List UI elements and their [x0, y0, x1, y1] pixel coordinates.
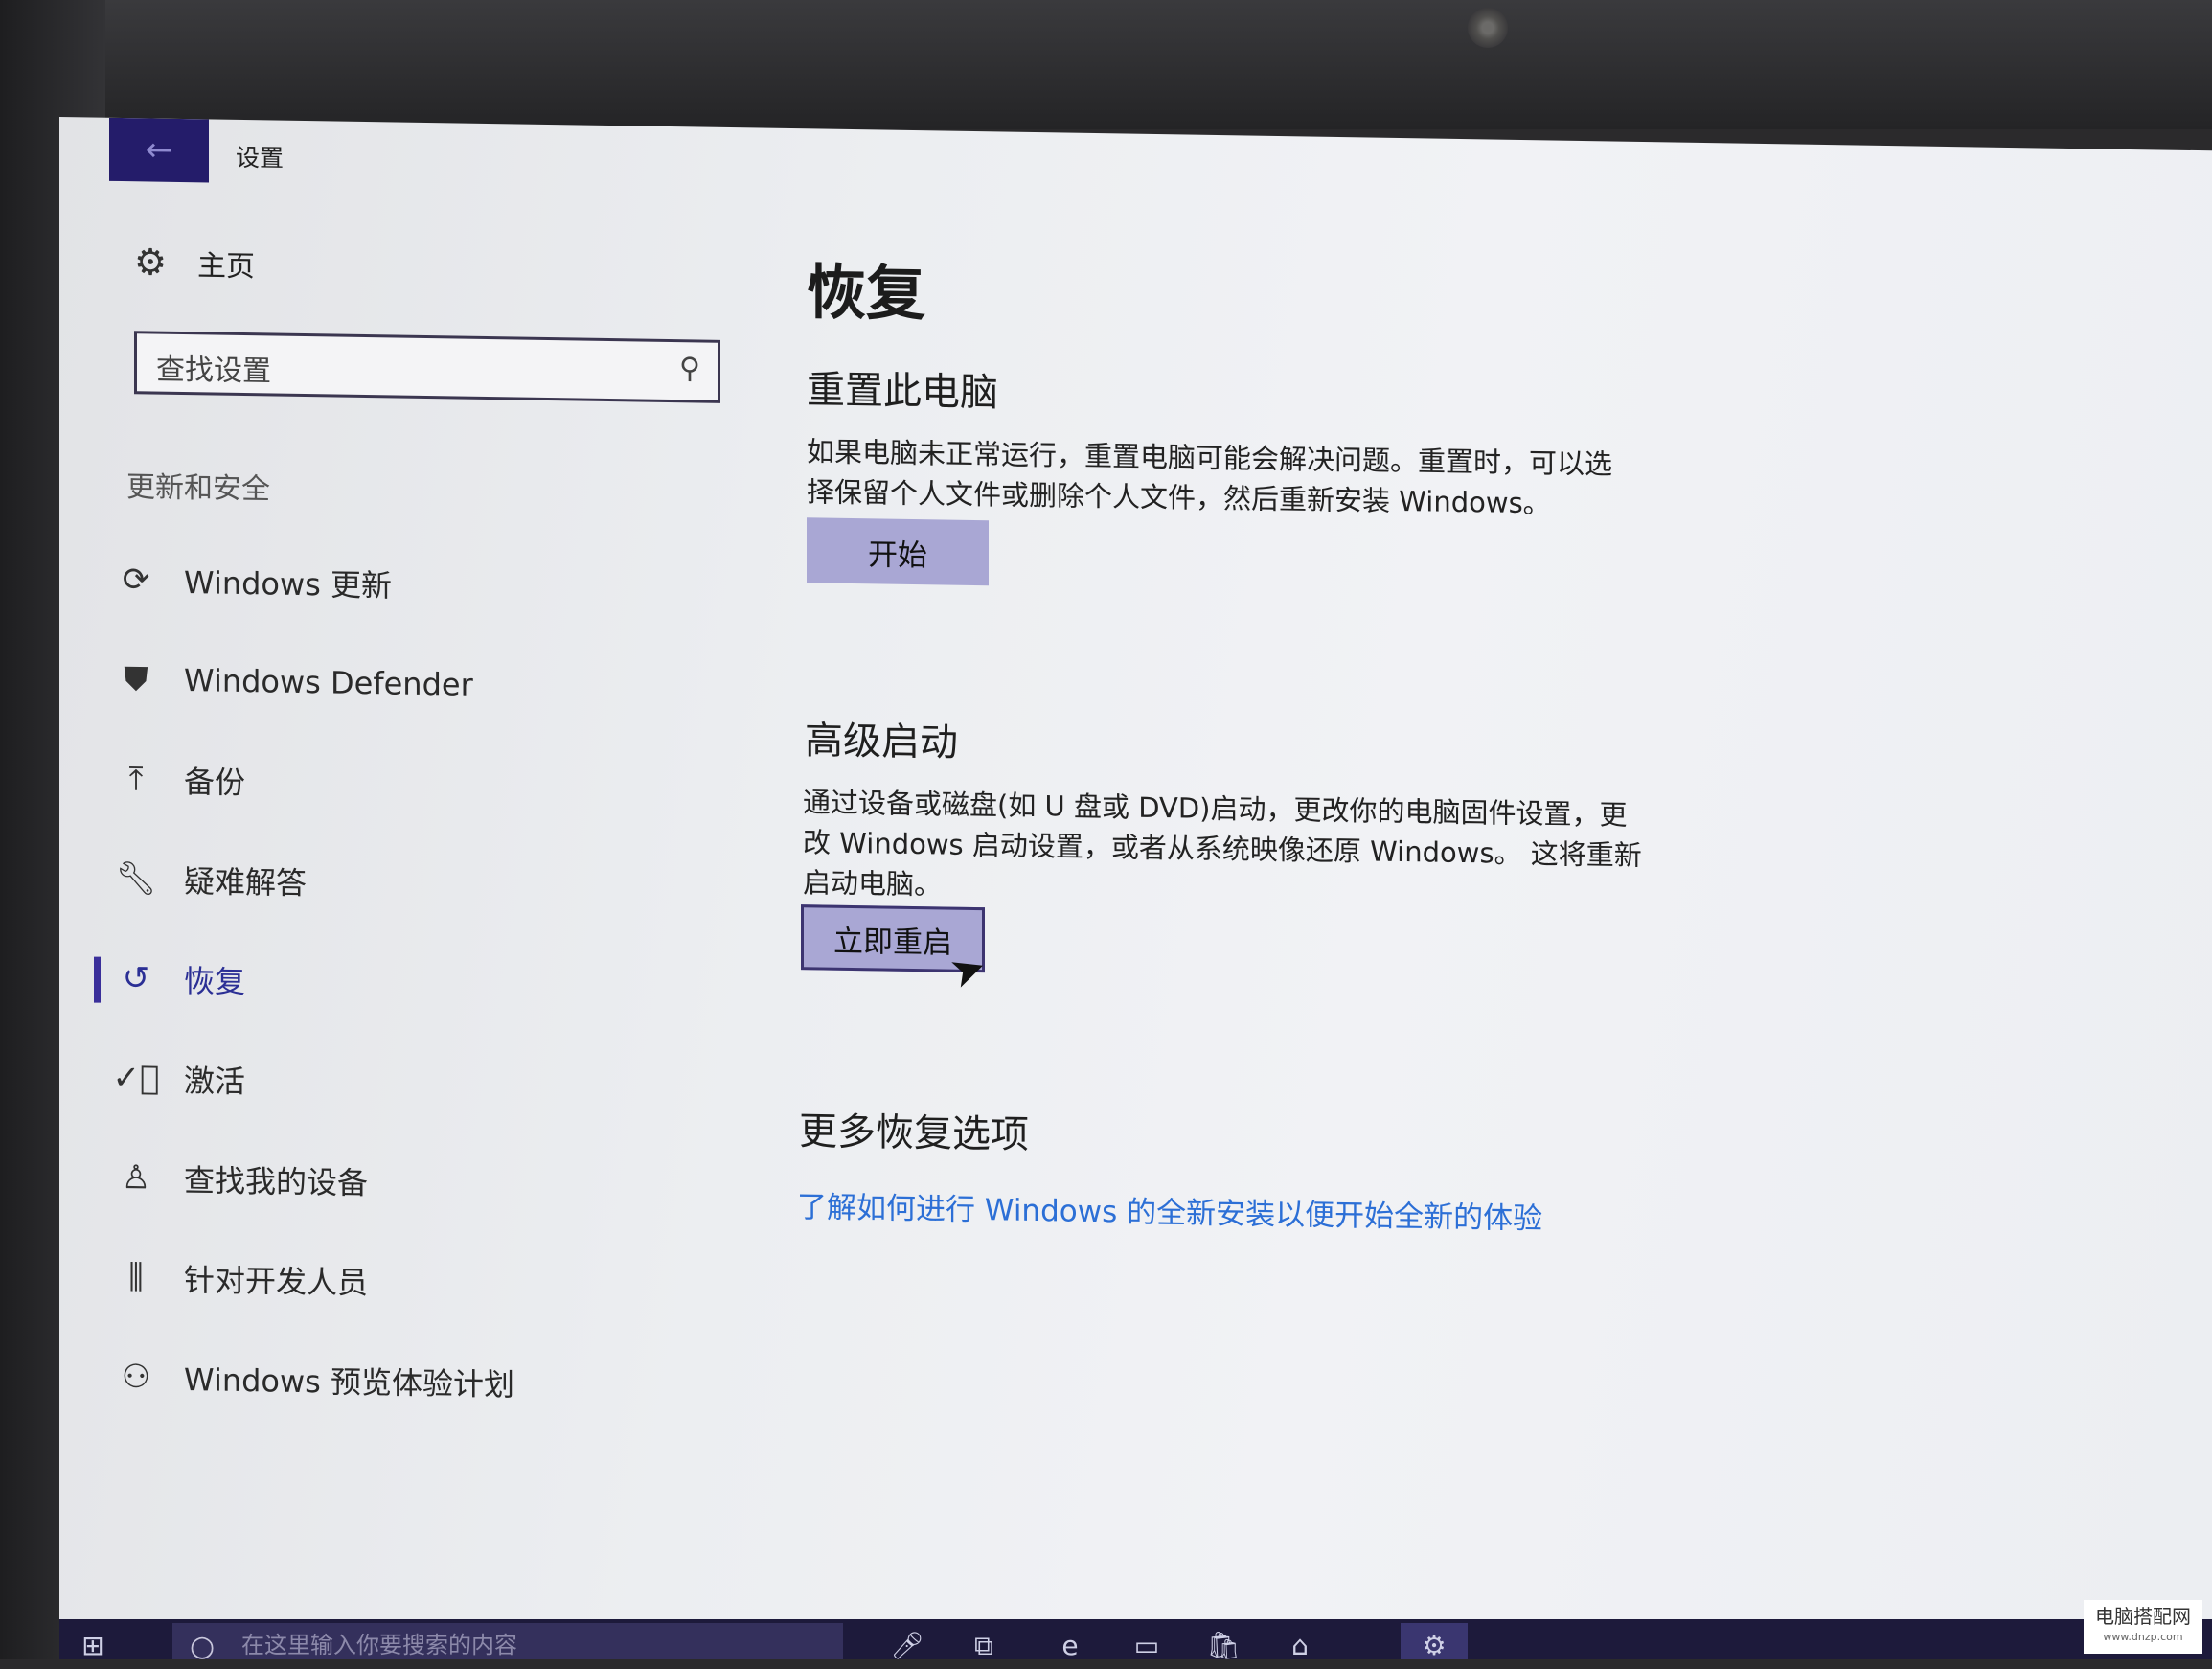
sidebar-item-windows-defender[interactable]: ⛊ Windows Defender	[107, 629, 682, 738]
sidebar-nav: ⟳ Windows 更新 ⛊ Windows Defender ⤒ 备份 🔧︎ …	[107, 530, 682, 1435]
watermark-line-1: 电脑搭配网	[2095, 1605, 2191, 1628]
reset-pc-description: 如果电脑未正常运行，重置电脑可能会解决问题。重置时，可以选 择保留个人文件或删除…	[807, 431, 1707, 526]
taskbar-search-placeholder: 在这里输入你要搜索的内容	[241, 1632, 517, 1658]
sidebar-item-label: 恢复	[184, 963, 246, 1001]
refresh-icon: ⟳	[122, 560, 150, 600]
settings-taskbar-icon[interactable]: ⚙	[1401, 1623, 1468, 1661]
mouse-cursor-icon: ➤	[943, 941, 993, 999]
file-explorer-icon[interactable]: ▭	[1113, 1623, 1180, 1661]
sidebar-item-label: 疑难解答	[184, 863, 308, 903]
sidebar-item-for-developers[interactable]: ⫼ 针对开发人员	[107, 1227, 682, 1336]
reset-start-button[interactable]: 开始	[807, 517, 989, 586]
monitor-bezel-top	[0, 0, 2212, 129]
person-location-icon: ♙	[121, 1158, 151, 1198]
sidebar-item-label: 激活	[184, 1063, 246, 1101]
home-link[interactable]: ⚙ 主页	[134, 240, 255, 285]
insider-icon: ⚇	[121, 1358, 151, 1397]
sidebar-item-label: 备份	[184, 764, 246, 802]
title-bar: ← 设置	[59, 117, 2212, 217]
edge-browser-icon[interactable]: e	[1037, 1623, 1104, 1661]
history-icon: ↺	[122, 959, 150, 998]
search-circle-icon: ○	[190, 1630, 216, 1663]
sidebar-item-label: Windows Defender	[184, 662, 473, 703]
clean-install-link[interactable]: 了解如何进行 Windows 的全新安装以便开始全新的体验	[797, 1182, 1542, 1237]
developer-tools-icon: ⫼	[128, 1258, 144, 1297]
check-circle-icon: ✓⃝	[112, 1058, 160, 1098]
site-watermark: 电脑搭配网 www.dnzp.com	[2084, 1600, 2202, 1654]
reset-pc-heading: 重置此电脑	[807, 368, 998, 416]
sidebar-item-find-my-device[interactable]: ♙ 查找我的设备	[107, 1128, 682, 1236]
microphone-icon[interactable]: 🎤︎	[874, 1623, 941, 1661]
task-view-icon[interactable]: ⧉	[950, 1623, 1017, 1661]
sidebar-item-label: 针对开发人员	[184, 1262, 369, 1302]
webcam	[1468, 8, 1508, 48]
advanced-startup-description: 通过设备或磁盘(如 U 盘或 DVD)启动，更改你的电脑固件设置，更 改 Win…	[803, 782, 1703, 917]
sidebar-item-label: Windows 预览体验计划	[184, 1361, 515, 1404]
taskbar: ⊞ ○ 在这里输入你要搜索的内容 🎤︎ ⧉ e ▭ 🛍︎ ⌂ ⚙	[59, 1619, 2212, 1663]
sidebar-section-label: 更新和安全	[126, 470, 270, 507]
watermark-line-2: www.dnzp.com	[2103, 1631, 2183, 1643]
sidebar-item-backup[interactable]: ⤒ 备份	[107, 729, 682, 837]
back-button[interactable]: ←	[109, 117, 209, 183]
search-icon: ⚲	[679, 352, 700, 386]
sidebar-item-label: 查找我的设备	[184, 1162, 369, 1202]
window-title: 设置	[236, 143, 285, 172]
pinned-app-icon[interactable]: ⌂	[1266, 1623, 1334, 1661]
advanced-startup-heading: 高级启动	[805, 719, 958, 766]
taskbar-search-box[interactable]: ○ 在这里输入你要搜索的内容	[172, 1623, 843, 1663]
settings-window: ← 设置 ⚙ 主页 查找设置 ⚲ 更新和安全 ⟳ Windows 更新 ⛊ Wi…	[59, 117, 2212, 1656]
gear-icon: ⚙	[134, 240, 168, 284]
store-icon[interactable]: 🛍︎	[1190, 1623, 1257, 1661]
search-settings-input[interactable]: 查找设置 ⚲	[134, 331, 720, 403]
arrow-left-icon: ←	[145, 130, 173, 170]
sidebar-item-activation[interactable]: ✓⃝ 激活	[107, 1028, 682, 1136]
sidebar-item-windows-update[interactable]: ⟳ Windows 更新	[107, 530, 682, 638]
page-title: 恢复	[807, 257, 926, 330]
upload-arrow-icon: ⤒	[128, 760, 144, 799]
main-content: 恢复 重置此电脑 如果电脑未正常运行，重置电脑可能会解决问题。重置时，可以选 择…	[797, 243, 1765, 1236]
search-placeholder: 查找设置	[156, 353, 271, 389]
sidebar-item-recovery[interactable]: ↺ 恢复	[107, 928, 682, 1037]
sidebar-item-label: Windows 更新	[184, 564, 393, 605]
shield-icon: ⛊	[124, 660, 148, 699]
more-recovery-heading: 更多恢复选项	[799, 1109, 1029, 1157]
wrench-icon: 🔧︎	[115, 858, 157, 899]
home-label: 主页	[197, 249, 255, 285]
sidebar-item-insider-program[interactable]: ⚇ Windows 预览体验计划	[107, 1327, 682, 1435]
sidebar-item-troubleshoot[interactable]: 🔧︎ 疑难解答	[107, 829, 682, 937]
start-windows-icon[interactable]: ⊞	[59, 1623, 126, 1661]
